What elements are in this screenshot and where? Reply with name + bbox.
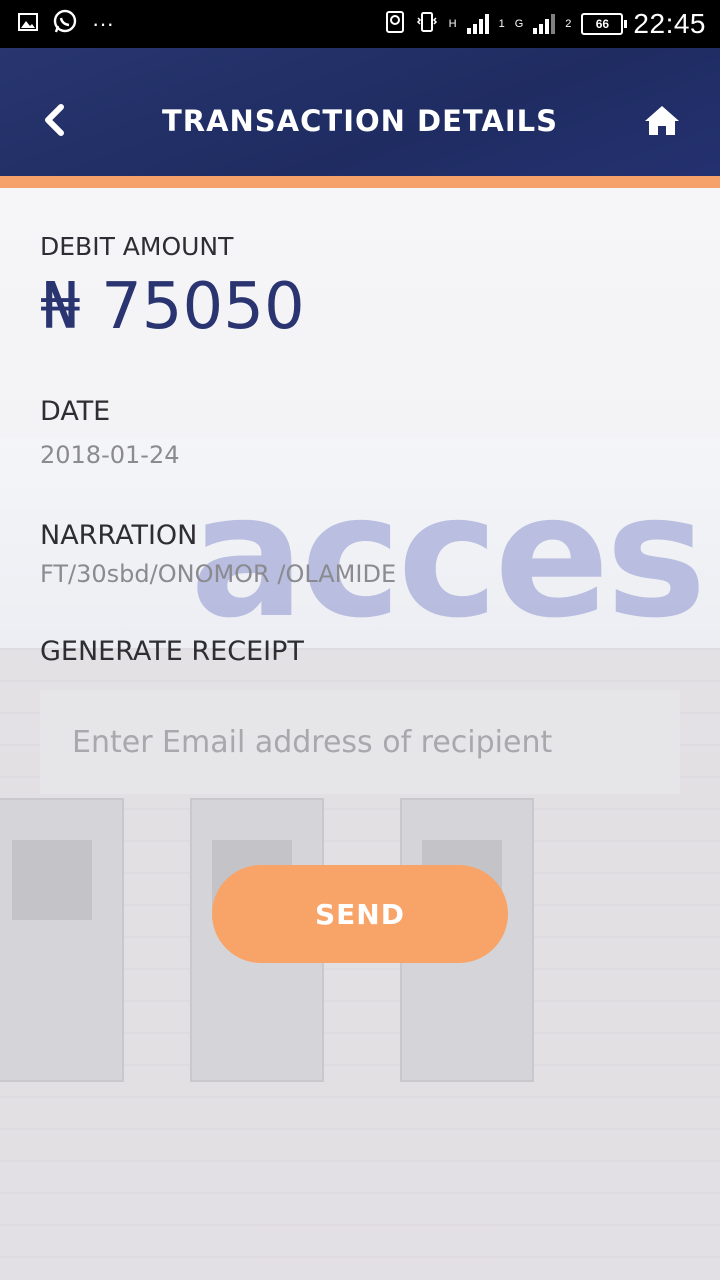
send-button[interactable]: SEND [212, 865, 508, 963]
narration-value: FT/30sbd/ONOMOR /OLAMIDE [40, 560, 397, 588]
status-bar-right: H 1 G 2 66 22:45 [385, 8, 706, 40]
overflow-notification-icon: ··· [92, 11, 114, 36]
generate-receipt-label: GENERATE RECEIPT [40, 636, 304, 667]
network-type-1: H [448, 17, 457, 30]
email-field-container [40, 690, 680, 794]
narration-label: NARRATION [40, 520, 198, 551]
home-icon [643, 103, 681, 142]
network-type-2: G [514, 17, 524, 30]
signal-1-icon [466, 14, 489, 34]
status-bar: ··· H 1 G 2 66 22:45 [0, 0, 720, 48]
signal-2-icon [533, 14, 556, 34]
vibrate-icon [415, 10, 439, 39]
background-atm [0, 798, 124, 1082]
debit-amount-label: DEBIT AMOUNT [40, 232, 234, 261]
debit-amount-value: ₦ 75050 [40, 270, 305, 344]
email-field[interactable] [70, 723, 650, 761]
header-accent-stripe [0, 176, 720, 188]
background-sign-text: acces [190, 458, 707, 656]
battery-icon: 66 [581, 13, 628, 35]
page-title: TRANSACTION DETAILS [161, 104, 559, 138]
sim-1-label: 1 [498, 17, 505, 30]
clock: 22:45 [633, 8, 706, 39]
status-bar-left: ··· [18, 9, 114, 40]
date-value: 2018-01-24 [40, 441, 180, 469]
nfc-icon [385, 10, 405, 39]
whatsapp-notification-icon [52, 9, 78, 40]
home-button[interactable] [640, 100, 684, 144]
sim-2-label: 2 [565, 17, 572, 30]
date-label: DATE [40, 396, 111, 427]
gallery-notification-icon [18, 12, 38, 36]
